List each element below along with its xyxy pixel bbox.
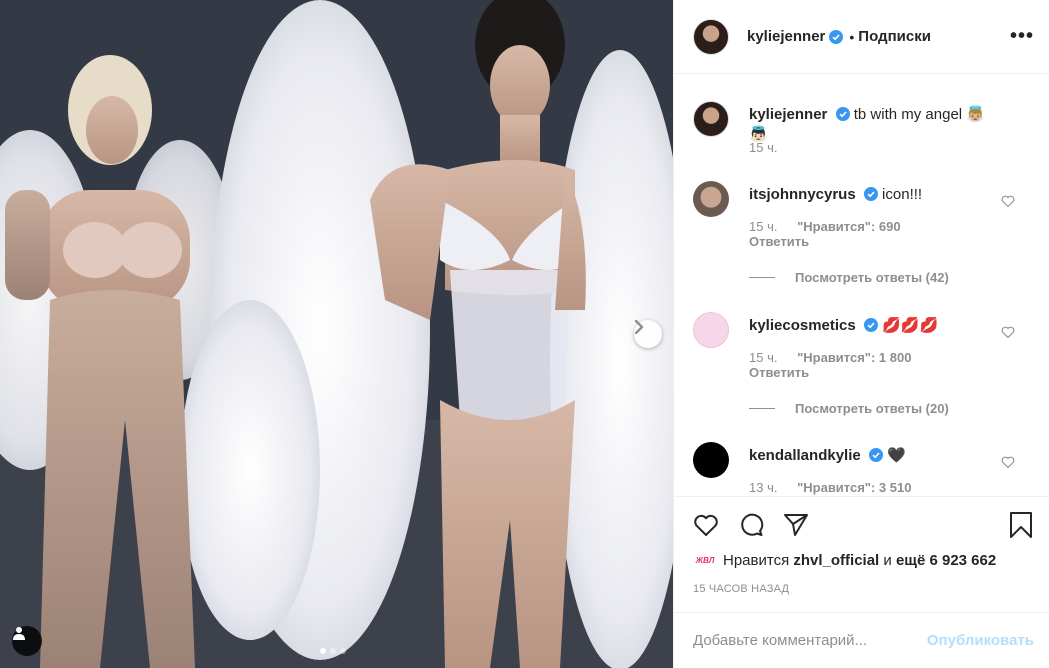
comment-time: 15 ч. bbox=[749, 219, 778, 234]
avatar[interactable] bbox=[693, 18, 729, 55]
next-slide-button[interactable] bbox=[634, 320, 662, 348]
share-icon[interactable] bbox=[782, 511, 810, 539]
reply-button[interactable]: Ответить bbox=[749, 234, 809, 249]
comment-text: 💋💋💋 bbox=[882, 317, 939, 334]
liker-username[interactable]: zhvl_official bbox=[793, 552, 879, 569]
slide-dot bbox=[320, 648, 326, 654]
likes-summary: ЖВЛ Нравится zhvl_official и ещё 6 923 6… bbox=[693, 550, 996, 570]
comment-likes[interactable]: "Нравится": 3 510 bbox=[797, 480, 911, 495]
comment-text: 🖤 bbox=[887, 447, 906, 464]
verified-badge-icon bbox=[829, 29, 844, 44]
like-icon[interactable] bbox=[692, 511, 720, 539]
caption-time: 15 ч. bbox=[749, 140, 778, 155]
likes-conjunction: и bbox=[883, 551, 892, 569]
view-replies-button[interactable]: Посмотреть ответы (42) bbox=[749, 270, 949, 285]
comment-likes[interactable]: "Нравится": 1 800 bbox=[797, 350, 911, 365]
bookmark-icon[interactable] bbox=[1007, 511, 1035, 539]
tagged-users-button[interactable] bbox=[12, 626, 42, 656]
view-replies-label: Посмотреть ответы (20) bbox=[795, 401, 949, 416]
comments-list[interactable]: kyliejenner tb with my angel 👼🏼👼🏻 15 ч. … bbox=[674, 75, 1049, 495]
comment-text: icon!!! bbox=[882, 186, 923, 203]
comment-icon[interactable] bbox=[737, 511, 765, 539]
likes-prefix: Нравится bbox=[723, 551, 790, 569]
likes-count-link[interactable]: ещё 6 923 662 bbox=[896, 552, 996, 569]
user-icon bbox=[13, 627, 25, 640]
verified-badge-icon bbox=[863, 318, 878, 332]
view-replies-label: Посмотреть ответы (42) bbox=[795, 270, 949, 285]
like-comment-icon[interactable] bbox=[1001, 194, 1015, 208]
avatar[interactable] bbox=[693, 442, 729, 478]
add-comment-bar: Опубликовать bbox=[674, 612, 1049, 668]
post-sidebar: kyliejenner • Подписки ••• kyliejenner t… bbox=[673, 0, 1049, 668]
more-options-icon[interactable]: ••• bbox=[1010, 25, 1034, 48]
chevron-right-icon bbox=[634, 320, 644, 334]
avatar[interactable] bbox=[693, 312, 729, 348]
divider bbox=[749, 277, 775, 278]
action-bar bbox=[674, 496, 1049, 556]
verified-badge-icon bbox=[868, 448, 883, 462]
header-username[interactable]: kyliejenner bbox=[747, 28, 825, 45]
comment-likes[interactable]: "Нравится": 690 bbox=[797, 219, 901, 234]
caption-username[interactable]: kyliejenner bbox=[749, 106, 827, 123]
view-replies-button[interactable]: Посмотреть ответы (20) bbox=[749, 401, 949, 416]
post-photo[interactable] bbox=[0, 0, 673, 668]
like-comment-icon[interactable] bbox=[1001, 325, 1015, 339]
avatar[interactable] bbox=[693, 101, 729, 137]
verified-badge-icon bbox=[835, 107, 850, 121]
slide-dot bbox=[340, 648, 346, 654]
photo-illustration bbox=[0, 0, 673, 668]
comment-username[interactable]: kendallandkylie bbox=[749, 447, 861, 464]
slide-indicator bbox=[320, 648, 346, 654]
liker-avatar[interactable]: ЖВЛ bbox=[693, 550, 717, 570]
post-header: kyliejenner • Подписки ••• bbox=[674, 0, 1049, 74]
slide-dot bbox=[330, 648, 336, 654]
comment-input[interactable] bbox=[693, 632, 927, 649]
reply-button[interactable]: Ответить bbox=[749, 365, 809, 380]
comment-username[interactable]: kyliecosmetics bbox=[749, 317, 856, 334]
following-button[interactable]: Подписки bbox=[858, 28, 931, 45]
comment-username[interactable]: itsjohnnycyrus bbox=[749, 186, 856, 203]
post-timestamp[interactable]: 15 ЧАСОВ НАЗАД bbox=[693, 583, 789, 595]
verified-badge-icon bbox=[863, 187, 878, 201]
header-separator: • bbox=[849, 28, 855, 45]
like-comment-icon[interactable] bbox=[1001, 455, 1015, 469]
divider bbox=[749, 408, 775, 409]
post-comment-button[interactable]: Опубликовать bbox=[927, 632, 1034, 649]
comment-time: 15 ч. bbox=[749, 350, 778, 365]
avatar[interactable] bbox=[693, 181, 729, 217]
comment-time: 13 ч. bbox=[749, 480, 778, 495]
